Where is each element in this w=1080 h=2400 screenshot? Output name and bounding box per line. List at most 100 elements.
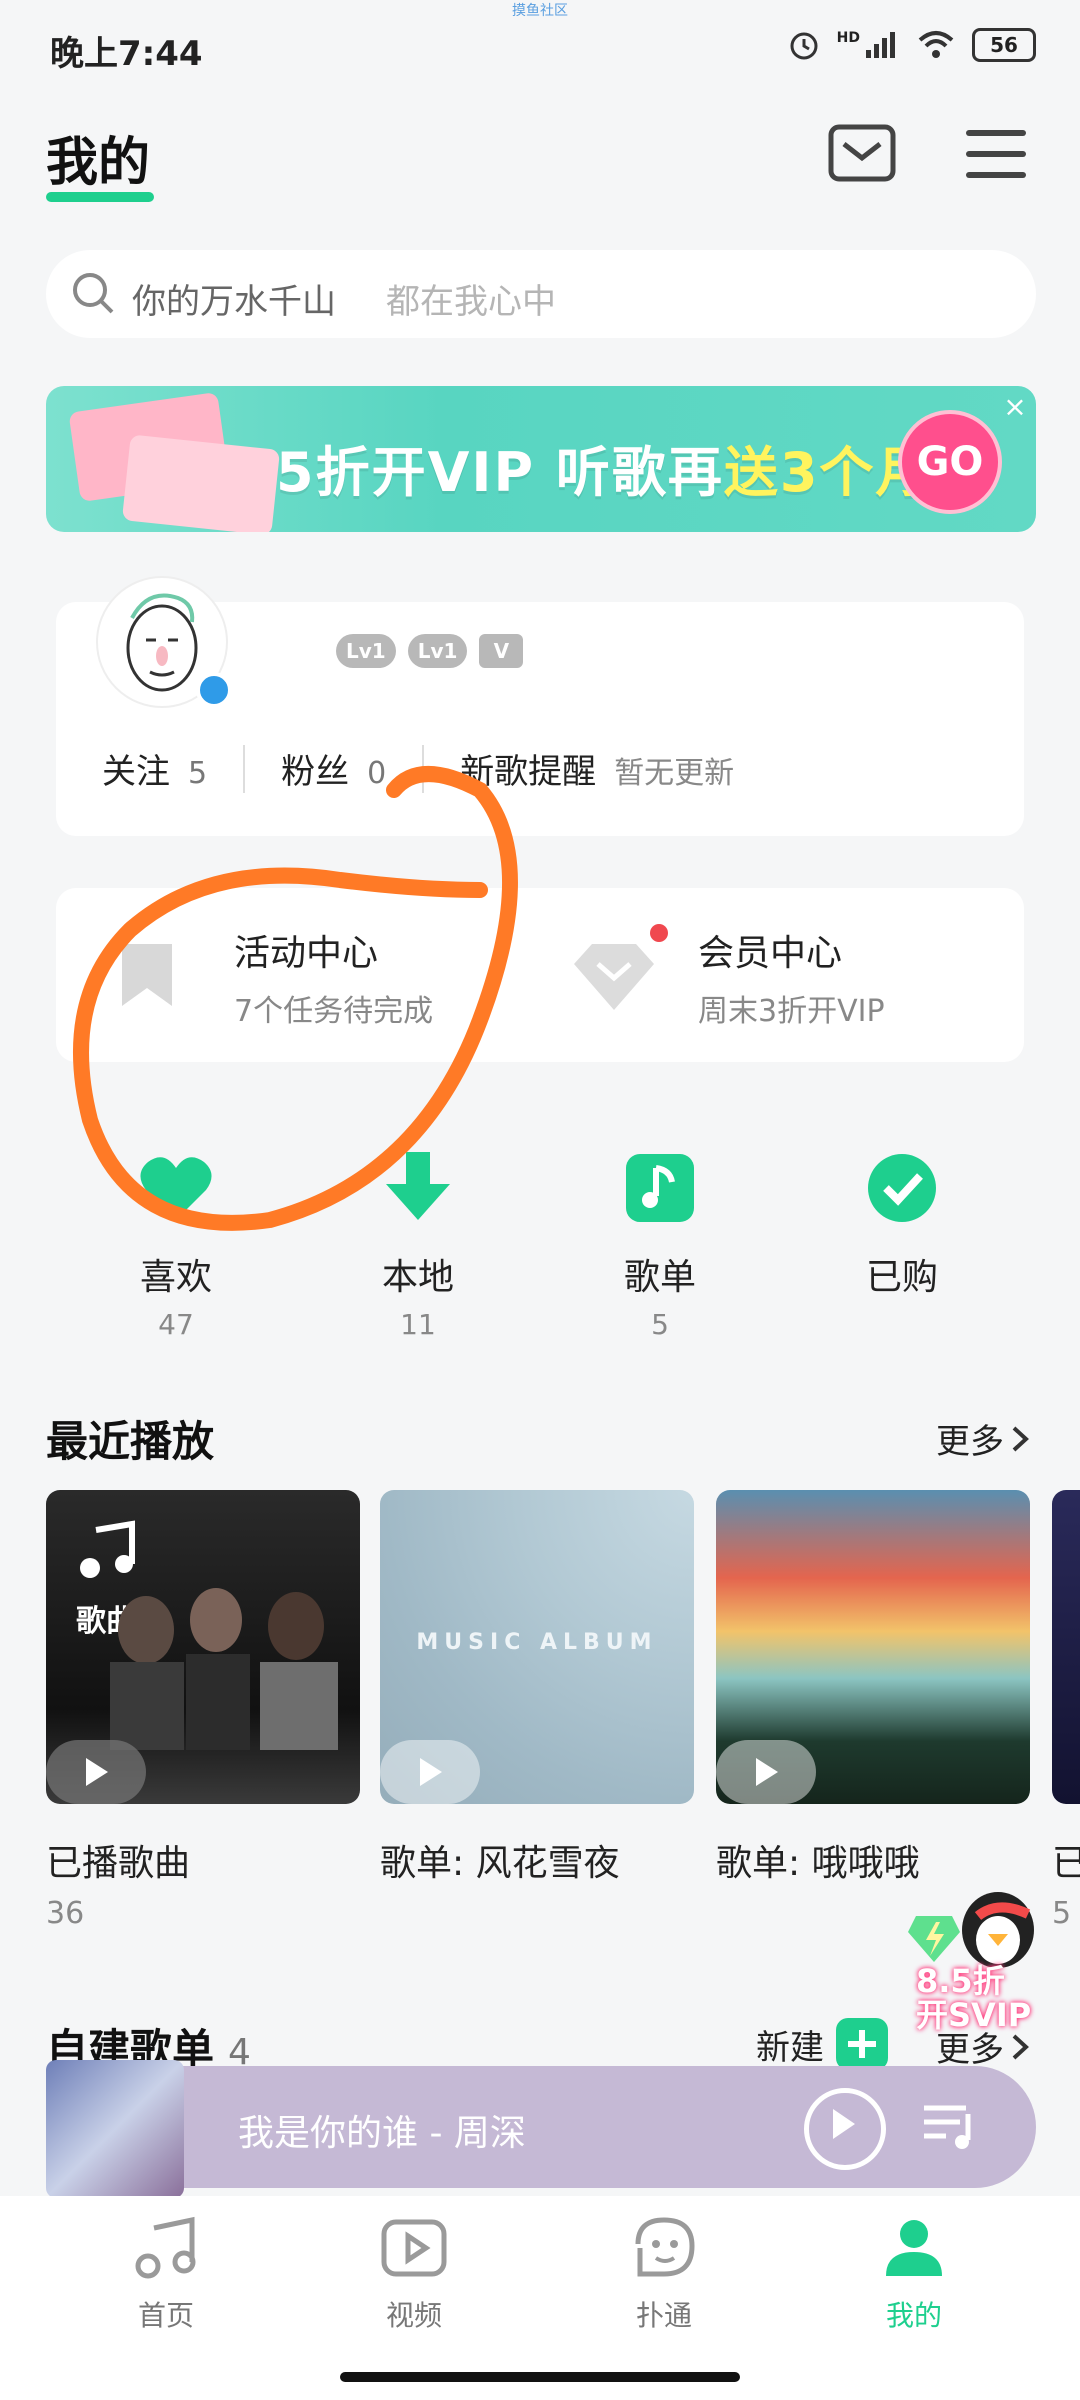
vip-banner[interactable]: 5折开VIP 听歌再送3个月 GO × bbox=[46, 386, 1036, 532]
recent-more-link[interactable]: 更多 bbox=[936, 1414, 1030, 1463]
notification-dot bbox=[650, 924, 668, 942]
banner-text-a: 5折开VIP 听歌再 bbox=[276, 441, 724, 504]
mini-play-button[interactable] bbox=[804, 2088, 886, 2170]
card-cover: 歌曲 bbox=[46, 1490, 360, 1804]
card-title: 歌单: 哦哦哦 bbox=[716, 1843, 920, 1884]
nav-home-label: 首页 bbox=[137, 2299, 194, 2332]
status-faint-label: 摸鱼社区 bbox=[512, 3, 568, 19]
card-count: 36 bbox=[46, 1896, 85, 1931]
nav-putong-label: 扑通 bbox=[635, 2299, 692, 2332]
play-button[interactable] bbox=[46, 1740, 146, 1804]
signal-icon bbox=[866, 32, 895, 58]
member-center[interactable]: 会员中心 周末3折开VIP bbox=[540, 888, 1024, 1062]
promo-line1: 8.5折 bbox=[916, 1962, 1005, 2000]
nav-home[interactable]: 首页 bbox=[76, 2214, 256, 2334]
card-title: 已播歌曲 bbox=[46, 1843, 191, 1884]
vip-badge-icon[interactable]: V bbox=[479, 634, 524, 668]
card-cover bbox=[716, 1490, 1030, 1804]
member-title: 会员中心 bbox=[698, 933, 843, 974]
bottom-nav: 首页 视频 扑通 我的 bbox=[0, 2196, 1080, 2400]
quick-purchased-label: 已购 bbox=[865, 1257, 938, 1298]
level-badge-disc[interactable]: Lv1 bbox=[407, 634, 468, 668]
user-icon bbox=[886, 2220, 942, 2276]
newsong-status: 暂无更新 bbox=[614, 756, 735, 791]
battery-icon: 56 bbox=[972, 28, 1036, 62]
banner-go-button[interactable]: GO bbox=[898, 410, 1002, 514]
nav-mine[interactable]: 我的 bbox=[824, 2214, 1004, 2334]
people-illustration bbox=[110, 1588, 338, 1750]
title-underline bbox=[46, 192, 154, 202]
check-circle-icon bbox=[868, 1154, 936, 1222]
status-time: 晚上7:44 bbox=[50, 34, 203, 74]
mini-player[interactable]: 我是你的谁 - 周深 bbox=[46, 2060, 1036, 2198]
recent-card-played[interactable]: 歌曲 已播歌曲 36 bbox=[46, 1490, 360, 1931]
card-title: 已 bbox=[1052, 1843, 1080, 1884]
face-bubble-icon bbox=[635, 2217, 695, 2277]
search-placeholder-main: 你的万水千山 bbox=[132, 282, 336, 322]
playlist-queue-icon[interactable] bbox=[920, 2100, 976, 2152]
recent-card-partial[interactable]: 已 5 bbox=[1052, 1490, 1080, 1931]
level-badge-lightning[interactable]: Lv1 bbox=[336, 634, 396, 668]
mail-icon bbox=[828, 124, 896, 182]
music-note-icon bbox=[626, 1154, 694, 1222]
quick-playlist-label: 歌单 bbox=[623, 1257, 696, 1298]
hd-label: HD bbox=[836, 30, 860, 46]
recent-card-playlist-2[interactable]: 歌单: 哦哦哦 bbox=[716, 1490, 1030, 1886]
mini-player-cover[interactable] bbox=[46, 2060, 184, 2198]
quick-like-label: 喜欢 bbox=[139, 1257, 212, 1298]
recent-title: 最近播放 bbox=[46, 1417, 215, 1466]
quick-playlist[interactable]: 歌单 5 bbox=[560, 1150, 760, 1341]
video-icon bbox=[381, 2219, 447, 2277]
message-button[interactable] bbox=[828, 124, 896, 182]
music-note-icon bbox=[135, 2216, 196, 2279]
card-cover: MUSIC ALBUM bbox=[380, 1490, 694, 1804]
promo-line2: 开SVIP bbox=[916, 1996, 1032, 2034]
nav-video-label: 视频 bbox=[385, 2299, 442, 2332]
play-icon bbox=[756, 1758, 778, 1786]
page-title: 我的 bbox=[46, 133, 151, 193]
mini-player-track: 我是你的谁 - 周深 bbox=[238, 2113, 526, 2154]
banner-text: 5折开VIP 听歌再送3个月 bbox=[276, 428, 931, 507]
banner-close-icon[interactable]: × bbox=[1000, 392, 1030, 422]
alarm-icon bbox=[790, 32, 818, 60]
search-placeholder-sub: 都在我心中 bbox=[386, 282, 556, 322]
cassette-illustration-2 bbox=[121, 434, 281, 532]
play-icon bbox=[86, 1758, 108, 1786]
recent-card-playlist-1[interactable]: MUSIC ALBUM 歌单: 风花雪夜 bbox=[380, 1490, 694, 1886]
lightning-gem-icon bbox=[908, 1916, 960, 1962]
play-button[interactable] bbox=[380, 1740, 480, 1804]
play-button[interactable] bbox=[716, 1740, 816, 1804]
card-title: 歌单: 风花雪夜 bbox=[380, 1843, 620, 1884]
nav-mine-label: 我的 bbox=[885, 2299, 942, 2332]
new-playlist-label: 新建 bbox=[756, 2027, 824, 2068]
quick-playlist-count: 5 bbox=[651, 1308, 669, 1341]
home-indicator bbox=[340, 2372, 740, 2382]
quick-purchased[interactable]: 已购 bbox=[802, 1150, 1002, 1308]
status-icons: HD 56 bbox=[787, 28, 1036, 62]
level-badges: Lv1 Lv1 V bbox=[336, 634, 524, 668]
chevron-right-icon bbox=[1012, 1426, 1029, 1451]
card-overlay-label: MUSIC ALBUM bbox=[416, 1630, 658, 1655]
play-icon bbox=[833, 2109, 855, 2139]
verified-badge-icon bbox=[196, 672, 232, 708]
menu-button[interactable] bbox=[962, 126, 1030, 182]
search-icon bbox=[73, 273, 114, 314]
plus-icon bbox=[836, 2018, 888, 2070]
quick-local-label: 本地 bbox=[381, 1257, 454, 1298]
wifi-icon bbox=[918, 31, 954, 58]
status-bar: 摸鱼社区 晚上7:44 HD 56 bbox=[0, 0, 1080, 100]
recent-more-label: 更多 bbox=[936, 1422, 1004, 1462]
svip-promo-widget[interactable]: 8.5折 开SVIP bbox=[888, 1880, 1068, 2040]
member-sub: 周末3折开VIP bbox=[698, 994, 885, 1029]
nav-putong[interactable]: 扑通 bbox=[574, 2214, 754, 2334]
new-playlist-button[interactable]: 新建 bbox=[756, 2018, 888, 2070]
annotation-circle bbox=[73, 766, 518, 1231]
card-cover bbox=[1052, 1490, 1080, 1804]
diamond-icon bbox=[574, 944, 654, 1010]
play-icon bbox=[420, 1758, 442, 1786]
hamburger-icon bbox=[966, 130, 1026, 178]
search-bar[interactable]: 你的万水千山 都在我心中 bbox=[46, 250, 1036, 338]
nav-video[interactable]: 视频 bbox=[324, 2214, 504, 2334]
quick-local-count: 11 bbox=[400, 1308, 436, 1341]
quick-like-count: 47 bbox=[158, 1308, 194, 1341]
